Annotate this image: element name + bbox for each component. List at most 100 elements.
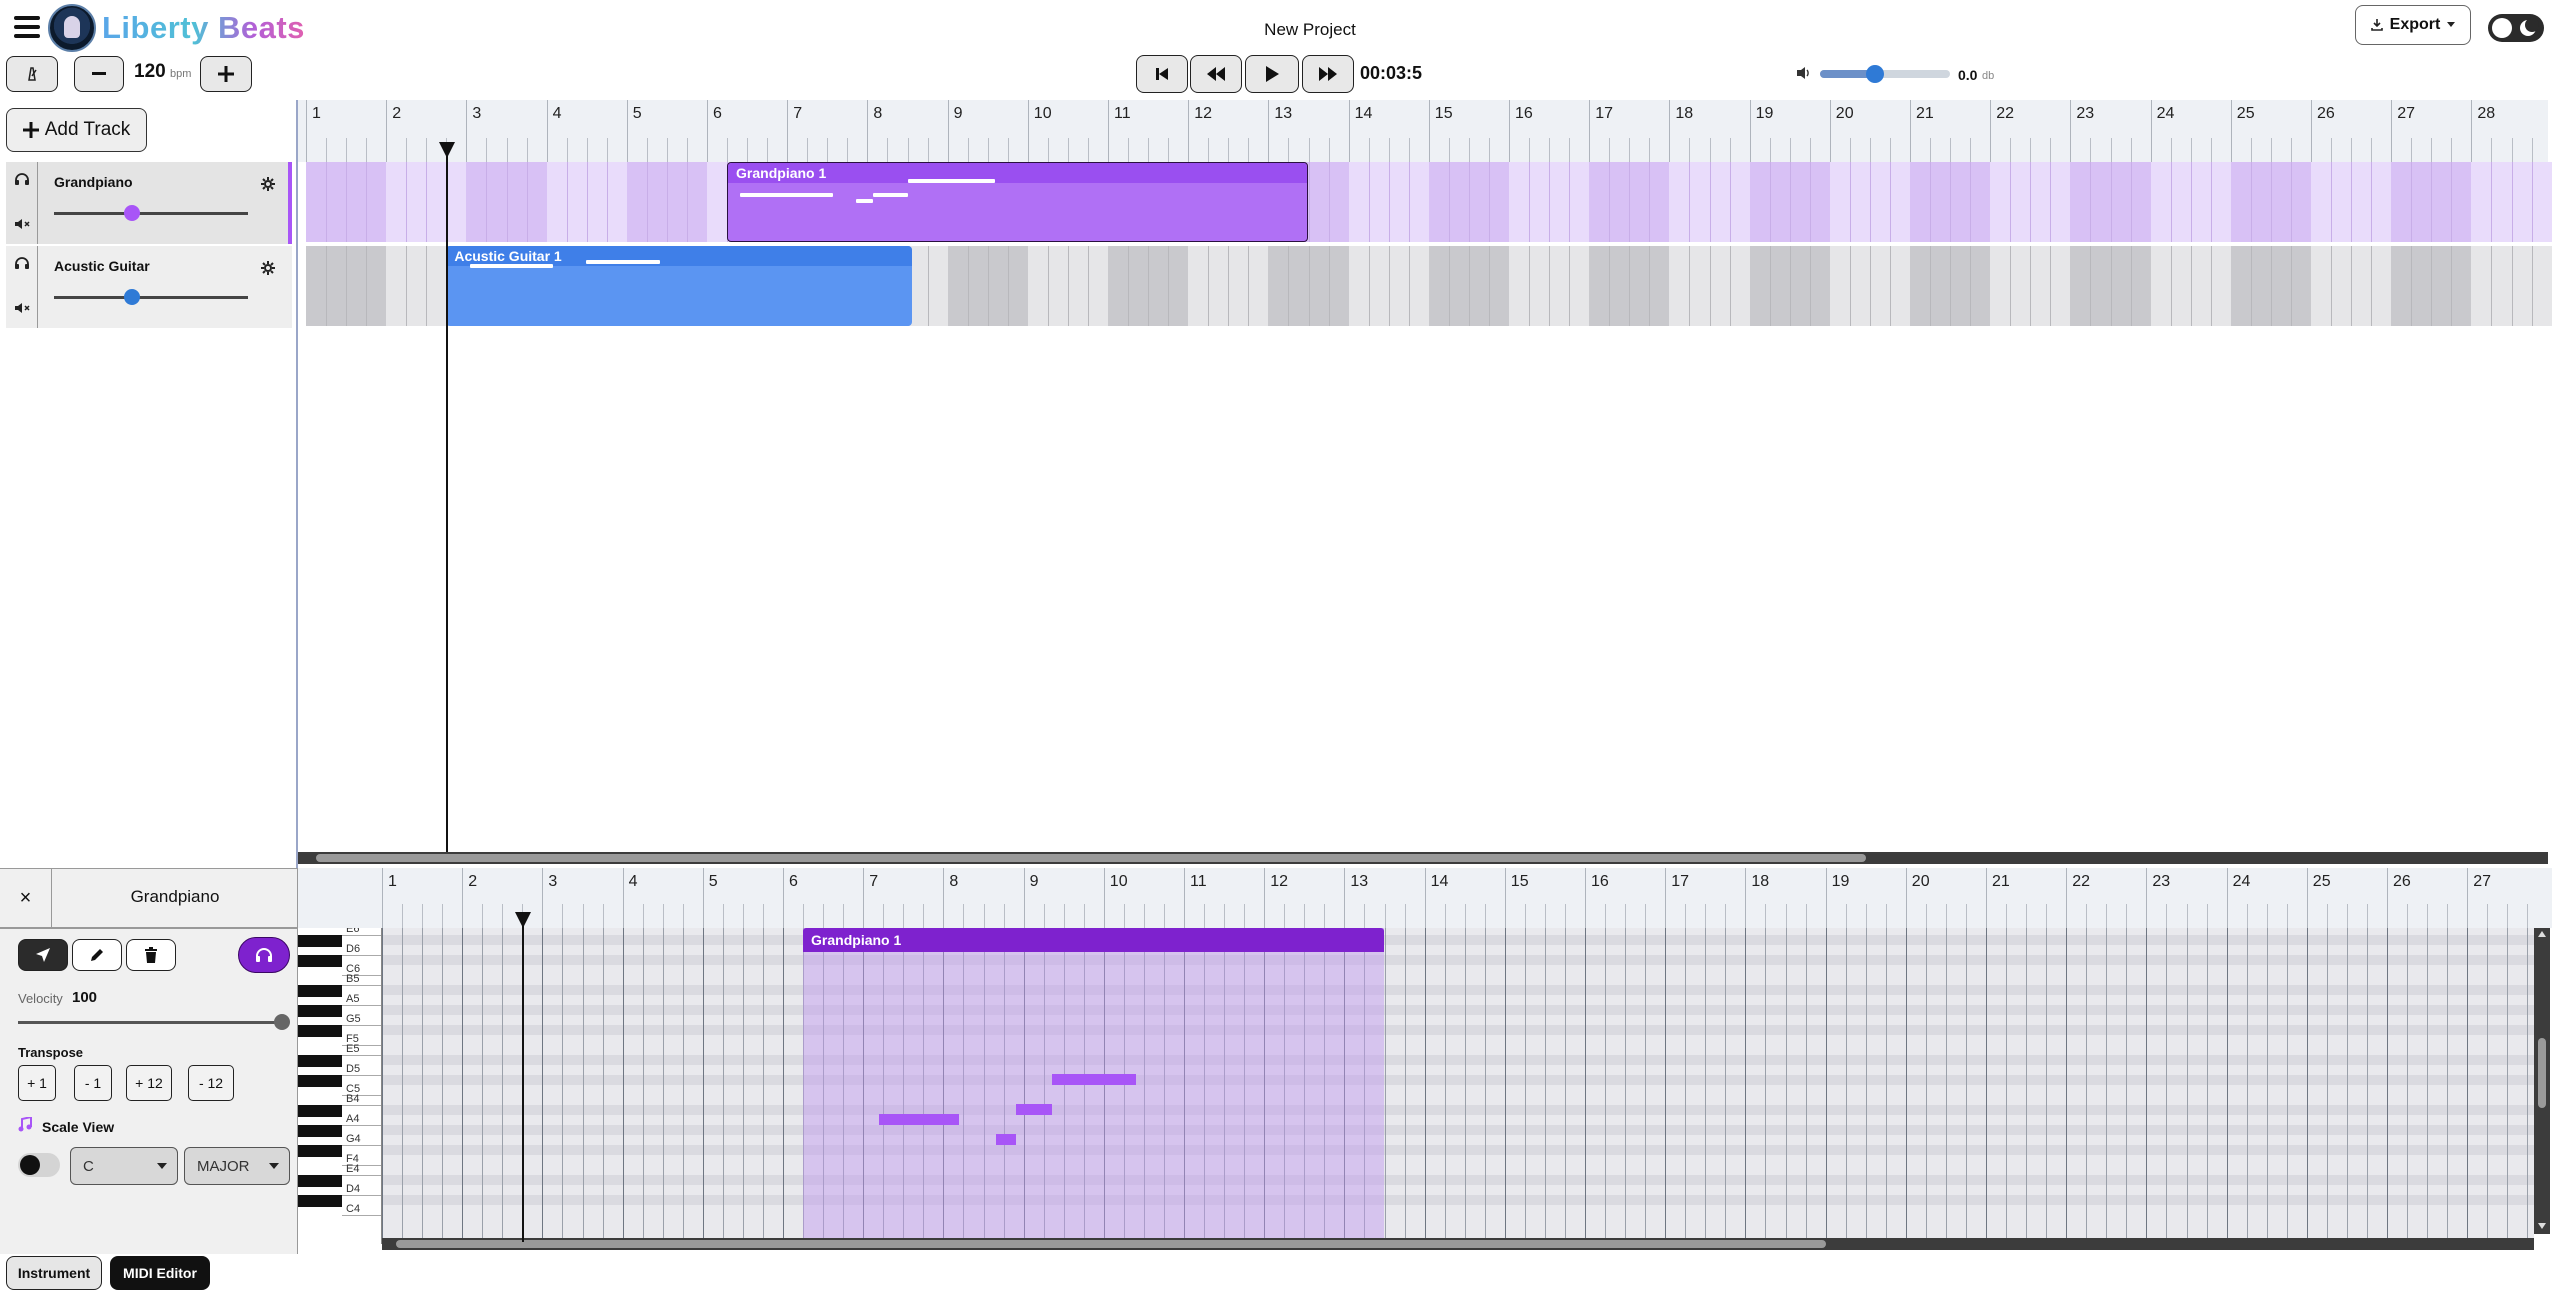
piano-roll-grid[interactable]: Grandpiano 1 <box>382 928 2534 1244</box>
piano-black-key[interactable] <box>298 1145 342 1157</box>
midi-note[interactable] <box>879 1114 960 1125</box>
bpm-increase-button[interactable] <box>200 56 252 92</box>
transpose-minus-12-button[interactable]: - 12 <box>188 1065 234 1101</box>
grid-black-key-row <box>382 1145 2534 1155</box>
theme-toggle[interactable] <box>2488 14 2544 42</box>
clip-label: Grandpiano 1 <box>736 165 827 181</box>
project-title[interactable]: New Project <box>1200 20 1420 40</box>
close-icon[interactable]: × <box>0 869 52 927</box>
track-clip[interactable]: Grandpiano 1 <box>727 162 1309 242</box>
scroll-down-icon[interactable] <box>2537 1222 2547 1230</box>
arrangement-timeline[interactable]: 1 2 3 4 5 6 7 8 9 10 11 12 13 14 15 16 17 18 19 20 21 22 23 24 2… <box>298 100 2554 852</box>
scale-mode-select[interactable]: MAJOR <box>184 1147 290 1185</box>
editor-clip-region[interactable] <box>803 928 1385 1244</box>
fast-forward-button[interactable] <box>1302 55 1354 93</box>
play-button[interactable] <box>1245 55 1299 93</box>
grid-line <box>2146 928 2148 1244</box>
scroll-up-icon[interactable] <box>2537 930 2547 938</box>
headphones-icon[interactable] <box>14 256 30 270</box>
grid-line <box>762 928 764 1244</box>
ruler-beat-tick <box>1709 138 1711 162</box>
midi-editor-ruler[interactable]: 1 2 3 4 5 6 7 8 9 10 11 12 13 14 15 16 17 18 19 20 21 22 23 24 2… <box>382 868 2552 928</box>
midi-note[interactable] <box>995 1134 1016 1145</box>
timeline-horizontal-scrollbar[interactable] <box>298 852 2548 864</box>
midi-note[interactable] <box>1051 1074 1136 1085</box>
headphones-icon[interactable] <box>14 172 30 186</box>
piano-black-key[interactable] <box>298 985 342 997</box>
piano-black-key[interactable] <box>298 955 342 967</box>
mute-icon[interactable] <box>14 218 30 230</box>
midi-note[interactable] <box>1015 1104 1052 1115</box>
track-header-acustic-guitar[interactable]: Acustic Guitar <box>6 246 292 328</box>
mute-icon[interactable] <box>14 302 30 314</box>
select-tool-button[interactable] <box>18 939 68 971</box>
add-track-button[interactable]: Add Track <box>6 108 147 152</box>
piano-black-key[interactable] <box>298 1005 342 1017</box>
transpose-plus-12-button[interactable]: + 12 <box>126 1065 172 1101</box>
editor-playhead[interactable] <box>522 922 524 1242</box>
piano-roll-vertical-scrollbar[interactable] <box>2534 928 2550 1234</box>
gear-icon[interactable] <box>260 260 276 276</box>
track-volume-slider[interactable] <box>54 289 248 305</box>
master-volume-slider[interactable] <box>1820 65 1950 83</box>
scale-root-select[interactable]: C <box>70 1147 178 1185</box>
gear-icon[interactable] <box>260 176 276 192</box>
ruler-beat-tick <box>2130 138 2132 162</box>
piano-black-key[interactable] <box>298 1105 342 1117</box>
track-clip[interactable]: Acustic Guitar 1 <box>446 246 912 326</box>
metronome-button[interactable] <box>6 56 58 92</box>
delete-tool-button[interactable] <box>126 939 176 971</box>
bpm-decrease-button[interactable] <box>74 56 124 92</box>
preview-listen-button[interactable] <box>238 937 290 973</box>
piano-black-key[interactable] <box>298 1195 342 1207</box>
ruler-bar-line <box>947 100 949 162</box>
piano-black-key[interactable] <box>298 1125 342 1137</box>
velocity-slider[interactable] <box>18 1014 290 1030</box>
track-header-grandpiano[interactable]: Grandpiano <box>6 162 292 244</box>
piano-black-key[interactable] <box>298 1025 342 1037</box>
velocity-thumb[interactable] <box>274 1014 290 1030</box>
grid-line <box>2326 928 2328 1244</box>
piano-key-separator <box>342 1145 381 1146</box>
track-volume-thumb[interactable] <box>124 289 140 305</box>
editor-playhead-marker-icon[interactable] <box>515 912 532 928</box>
editor-clip-header[interactable]: Grandpiano 1 <box>803 928 1385 952</box>
editor-ruler-beat-tick <box>762 904 764 928</box>
track-volume-slider[interactable] <box>54 205 248 221</box>
playhead-marker-icon[interactable] <box>439 142 456 158</box>
lane-beat-line <box>1709 246 1711 326</box>
ruler-beat-tick <box>2210 138 2212 162</box>
lane-beat-line <box>1529 246 1531 326</box>
rewind-button[interactable] <box>1190 55 1242 93</box>
ruler-beat-tick <box>506 138 508 162</box>
master-volume-unit: db <box>1982 70 1995 82</box>
piano-black-key[interactable] <box>298 1175 342 1187</box>
track-volume-thumb[interactable] <box>124 205 140 221</box>
ruler-bar-line <box>2391 100 2393 162</box>
track-lane-acustic-guitar[interactable]: Acustic Guitar 1 <box>306 246 2552 326</box>
tab-instrument[interactable]: Instrument <box>6 1256 102 1290</box>
playhead[interactable] <box>446 150 448 852</box>
master-volume-thumb[interactable] <box>1866 65 1884 83</box>
menu-icon[interactable] <box>14 16 40 38</box>
editor-ruler-bar-line <box>1504 868 1506 928</box>
transpose-minus-1-button[interactable]: - 1 <box>74 1065 112 1101</box>
ruler-bar-number: 16 <box>1515 105 1533 122</box>
piano-black-key[interactable] <box>298 935 342 947</box>
grid-line <box>1424 928 1426 1244</box>
piano-roll-horizontal-scrollbar[interactable] <box>382 1238 2534 1250</box>
piano-black-key[interactable] <box>298 1075 342 1087</box>
piano-black-key[interactable] <box>298 1055 342 1067</box>
pencil-tool-button[interactable] <box>72 939 122 971</box>
velocity-label: Velocity <box>18 991 63 1006</box>
piano-keyboard[interactable]: E6 D6 C6 B5 A5 G5 F5 E5 D5 C5 B4 A4 G4 F4 E4 D4 C4 <box>298 928 382 1244</box>
editor-ruler-bar-line <box>1103 868 1105 928</box>
timeline-ruler[interactable]: 1 2 3 4 5 6 7 8 9 10 11 12 13 14 15 16 17 18 19 20 21 22 23 24 2… <box>298 100 2548 162</box>
scale-view-toggle[interactable] <box>18 1153 60 1177</box>
skip-start-button[interactable] <box>1136 55 1188 93</box>
piano-key-label: B4 <box>346 1093 360 1105</box>
track-lane-grandpiano[interactable]: Grandpiano 1 <box>306 162 2552 242</box>
tab-midi-editor[interactable]: MIDI Editor <box>110 1256 210 1290</box>
export-button[interactable]: Export <box>2355 5 2471 45</box>
transpose-plus-1-button[interactable]: + 1 <box>18 1065 56 1101</box>
